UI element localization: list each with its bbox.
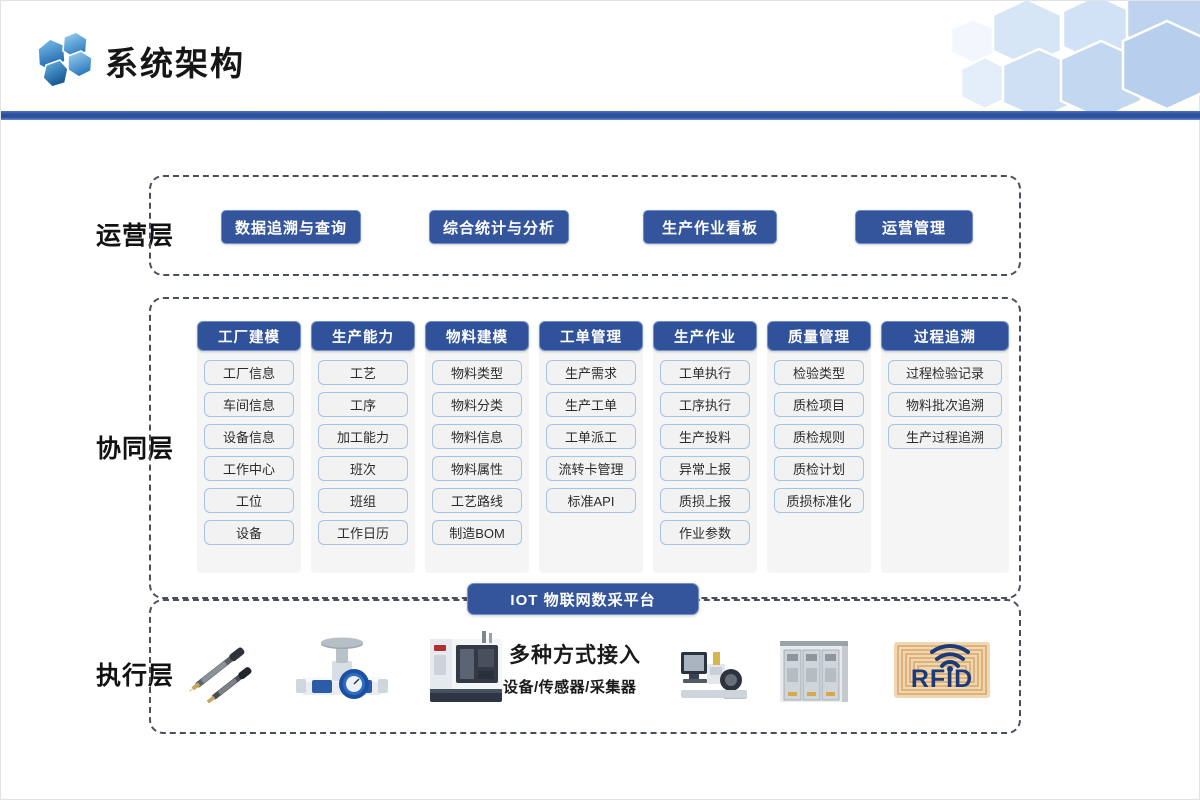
item-pill[interactable]: 工位	[204, 488, 294, 513]
item-pill[interactable]: 生产工单	[546, 392, 636, 417]
column-items: 检验类型 质检项目 质检规则 质检计划 质损标准化	[767, 351, 871, 525]
item-pill[interactable]: 物料分类	[432, 392, 522, 417]
cnc-machine-device	[430, 631, 502, 702]
item-pill[interactable]: 流转卡管理	[546, 456, 636, 481]
item-pill[interactable]: 生产需求	[546, 360, 636, 385]
item-pill[interactable]: 工单执行	[660, 360, 750, 385]
item-pill[interactable]: 质检计划	[774, 456, 864, 481]
rfid-tag-device: RFID	[894, 642, 990, 698]
collab-column-work-order-management: 工单管理 生产需求 生产工单 工单派工 流转卡管理 标准API	[539, 321, 643, 573]
item-pill[interactable]: 检验类型	[774, 360, 864, 385]
item-pill[interactable]: 工作中心	[204, 456, 294, 481]
column-items: 生产需求 生产工单 工单派工 流转卡管理 标准API	[539, 351, 643, 525]
operation-button-operation-management[interactable]: 运营管理	[855, 210, 973, 244]
column-items: 工单执行 工序执行 生产投料 异常上报 质损上报 作业参数	[653, 351, 757, 557]
item-pill[interactable]: 物料批次追溯	[888, 392, 1002, 417]
item-pill[interactable]: 质检项目	[774, 392, 864, 417]
item-pill[interactable]: 车间信息	[204, 392, 294, 417]
item-pill[interactable]: 工单派工	[546, 424, 636, 449]
industrial-workstation-device	[681, 652, 747, 699]
column-header-quality-management[interactable]: 质量管理	[767, 321, 871, 351]
item-pill[interactable]: 物料类型	[432, 360, 522, 385]
column-items: 过程检验记录 物料批次追溯 生产过程追溯	[881, 351, 1009, 461]
item-pill[interactable]: 物料属性	[432, 456, 522, 481]
item-pill[interactable]: 质检规则	[774, 424, 864, 449]
item-pill[interactable]: 质损标准化	[774, 488, 864, 513]
operation-button-production-board[interactable]: 生产作业看板	[643, 210, 777, 244]
execution-text-sub: 设备/传感器/采集器	[503, 679, 637, 696]
column-header-production-operation[interactable]: 生产作业	[653, 321, 757, 351]
slide-canvas: 系统架构 运营层 数据追溯与查询 综合统计与分析 生产作业看板 运营管理 协同层…	[0, 0, 1200, 800]
item-pill[interactable]: 质损上报	[660, 488, 750, 513]
execution-text-main: 多种方式接入	[509, 644, 641, 667]
control-cabinet-device	[780, 641, 848, 702]
item-pill[interactable]: 工艺	[318, 360, 408, 385]
column-header-factory-modeling[interactable]: 工厂建模	[197, 321, 301, 351]
probe-sensor-device	[189, 647, 252, 703]
collab-column-quality-management: 质量管理 检验类型 质检项目 质检规则 质检计划 质损标准化	[767, 321, 871, 573]
column-header-process-traceability[interactable]: 过程追溯	[881, 321, 1009, 351]
item-pill[interactable]: 标准API	[546, 488, 636, 513]
item-pill[interactable]: 工厂信息	[204, 360, 294, 385]
operation-layer-container: 数据追溯与查询 综合统计与分析 生产作业看板 运营管理	[149, 175, 1021, 276]
column-header-material-modeling[interactable]: 物料建模	[425, 321, 529, 351]
item-pill[interactable]: 生产投料	[660, 424, 750, 449]
hexagon-pattern-decoration	[949, 1, 1200, 117]
item-pill[interactable]: 设备	[204, 520, 294, 545]
item-pill[interactable]: 制造BOM	[432, 520, 522, 545]
collab-column-production-operation: 生产作业 工单执行 工序执行 生产投料 异常上报 质损上报 作业参数	[653, 321, 757, 573]
column-items: 工厂信息 车间信息 设备信息 工作中心 工位 设备	[197, 351, 301, 557]
item-pill[interactable]: 过程检验记录	[888, 360, 1002, 385]
item-pill[interactable]: 工艺路线	[432, 488, 522, 513]
collab-column-factory-modeling: 工厂建模 工厂信息 车间信息 设备信息 工作中心 工位 设备	[197, 321, 301, 573]
item-pill[interactable]: 工序	[318, 392, 408, 417]
item-pill[interactable]: 工作日历	[318, 520, 408, 545]
collab-column-production-capacity: 生产能力 工艺 工序 加工能力 班次 班组 工作日历	[311, 321, 415, 573]
column-items: 物料类型 物料分类 物料信息 物料属性 工艺路线 制造BOM	[425, 351, 529, 557]
collab-column-process-traceability: 过程追溯 过程检验记录 物料批次追溯 生产过程追溯	[881, 321, 1009, 573]
item-pill[interactable]: 异常上报	[660, 456, 750, 481]
item-pill[interactable]: 加工能力	[318, 424, 408, 449]
item-pill[interactable]: 生产过程追溯	[888, 424, 1002, 449]
iot-platform-banner[interactable]: IOT 物联网数采平台	[467, 583, 699, 615]
item-pill[interactable]: 班组	[318, 488, 408, 513]
column-header-work-order-management[interactable]: 工单管理	[539, 321, 643, 351]
column-items: 工艺 工序 加工能力 班次 班组 工作日历	[311, 351, 415, 557]
operation-button-data-trace[interactable]: 数据追溯与查询	[221, 210, 361, 244]
operation-button-statistics[interactable]: 综合统计与分析	[429, 210, 569, 244]
collab-column-material-modeling: 物料建模 物料类型 物料分类 物料信息 物料属性 工艺路线 制造BOM	[425, 321, 529, 573]
item-pill[interactable]: 班次	[318, 456, 408, 481]
item-pill[interactable]: 设备信息	[204, 424, 294, 449]
column-header-production-capacity[interactable]: 生产能力	[311, 321, 415, 351]
rfid-label: RFID	[910, 665, 974, 693]
header-divider-bar	[1, 111, 1200, 120]
flow-meter-valve-device	[296, 637, 388, 699]
item-pill[interactable]: 物料信息	[432, 424, 522, 449]
page-title: 系统架构	[105, 45, 245, 82]
item-pill[interactable]: 作业参数	[660, 520, 750, 545]
item-pill[interactable]: 工序执行	[660, 392, 750, 417]
hexagon-cluster-logo	[37, 31, 93, 87]
slide-header: 系统架构	[1, 1, 1200, 117]
